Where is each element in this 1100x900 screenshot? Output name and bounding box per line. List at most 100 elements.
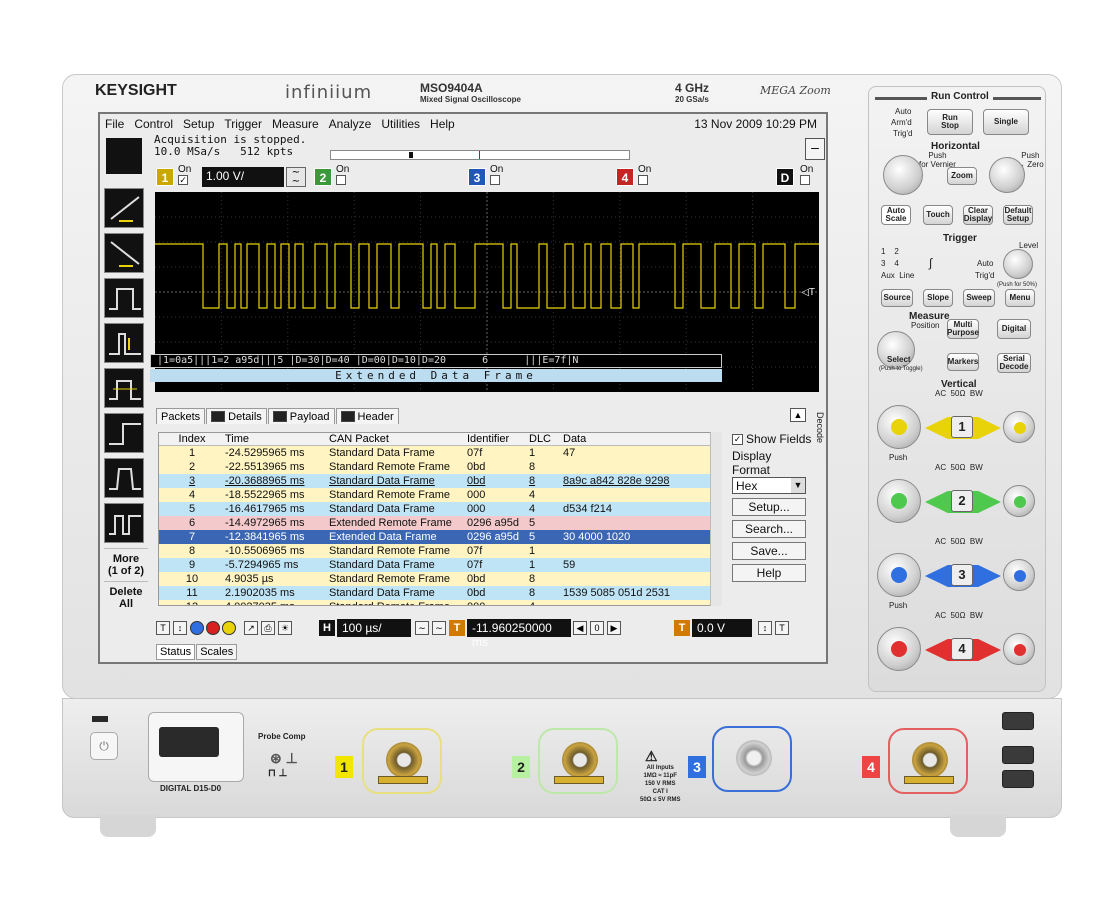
vertical-offset-knob-3[interactable] (1003, 559, 1035, 591)
edge-rising-trigger-icon[interactable] (104, 188, 144, 228)
pulse-width-trigger-icon[interactable] (104, 278, 144, 318)
source-button[interactable]: Source (881, 289, 913, 307)
channel-4-box[interactable]: 4 (616, 168, 634, 186)
pattern-trigger-icon[interactable] (104, 503, 144, 543)
tab-status[interactable]: Status (156, 644, 196, 660)
table-row[interactable]: 5 -16.4617965 ms Standard Data Frame 000 4 d5… (159, 502, 720, 516)
transition-trigger-icon[interactable] (104, 458, 144, 498)
table-row[interactable]: 3 -20.3688965 ms Standard Data Frame 0bd 8 8a… (159, 474, 720, 488)
tab-packets[interactable]: Packets (156, 408, 206, 424)
table-scrollbar[interactable] (710, 432, 722, 606)
channel-1-on[interactable]: On ✓ (178, 165, 191, 185)
vertical-channel-3-button[interactable]: 3 (951, 564, 973, 586)
edge-falling-trigger-icon[interactable] (104, 233, 144, 273)
coupling-icon[interactable]: ∼ ∼ (286, 167, 306, 187)
multi-purpose-button[interactable]: Multi Purpose (947, 319, 979, 339)
brightness-icon[interactable]: ☀ (278, 621, 292, 635)
delay-digit[interactable]: 0 (590, 621, 604, 635)
trigger-slope-icon[interactable]: ∼ (432, 621, 446, 635)
digital-input-port[interactable] (148, 712, 244, 782)
channel-3-checkbox[interactable] (490, 175, 500, 185)
col-time[interactable]: Time (223, 433, 327, 445)
vertical-scale-knob-3[interactable] (877, 553, 921, 597)
menu-control[interactable]: Control (129, 117, 178, 131)
channel-color-red-icon[interactable] (206, 621, 220, 635)
ch4-bnc-connector[interactable] (888, 728, 968, 794)
table-row[interactable]: 4 -18.5522965 ms Standard Remote Frame 000 4 (159, 488, 720, 502)
delay-left-icon[interactable]: ◀ (573, 621, 587, 635)
digital-checkbox[interactable] (800, 175, 810, 185)
run-mode-icon[interactable]: ∼ (415, 621, 429, 635)
channel-3-box[interactable]: 3 (468, 168, 486, 186)
table-row[interactable]: 10 4.9035 µs Standard Remote Frame 0bd 8 (159, 572, 720, 586)
search-button[interactable]: Search... (732, 520, 806, 538)
decode-side-tab[interactable]: Decode (811, 412, 825, 462)
serial-decode-button[interactable]: Serial Decode (997, 353, 1031, 373)
tab-header[interactable]: Header (335, 408, 399, 424)
table-row[interactable]: 11 2.1902035 ms Standard Data Frame 0bd 8 153… (159, 586, 720, 600)
vertical-channel-4-button[interactable]: 4 (951, 638, 973, 660)
tab-payload[interactable]: Payload (267, 408, 335, 424)
vertical-channel-1-button[interactable]: 1 (951, 416, 973, 438)
auto-scale-button[interactable]: Auto Scale (881, 205, 911, 225)
usb-port-icon[interactable] (1002, 746, 1034, 764)
channel-color-yellow-icon[interactable] (222, 621, 236, 635)
slope-button[interactable]: Slope (923, 289, 953, 307)
clear-display-button[interactable]: Clear Display (963, 205, 993, 225)
channel-color-blue-icon[interactable] (190, 621, 204, 635)
table-row[interactable]: 9 -5.7294965 ms Standard Data Frame 07f 1 59 (159, 558, 720, 572)
setup-button[interactable]: Setup... (732, 498, 806, 516)
col-dlc[interactable]: DLC (527, 433, 561, 445)
ch2-bnc-connector[interactable] (538, 728, 618, 794)
table-row[interactable]: 1 -24.5295965 ms Standard Data Frame 07f 1 47 (159, 446, 720, 460)
scroll-up-down-icon[interactable]: ↕ (173, 621, 187, 635)
delete-all-button[interactable]: Delete All (104, 581, 148, 614)
run-stop-button[interactable]: Run Stop (927, 109, 973, 135)
touch-button[interactable]: Touch (923, 205, 953, 225)
delay-right-icon[interactable]: ▶ (607, 621, 621, 635)
glitch-trigger-icon[interactable] (104, 323, 144, 363)
zoom-button[interactable]: Zoom (947, 167, 977, 185)
channel-4-on[interactable]: On (638, 165, 651, 185)
menu-file[interactable]: File (100, 117, 129, 131)
minimize-button[interactable]: – (805, 138, 825, 160)
table-row[interactable]: 2 -22.5513965 ms Standard Remote Frame 0bd 8 (159, 460, 720, 474)
table-row[interactable]: 7 -12.3841965 ms Extended Data Frame 0296 a… (159, 530, 720, 544)
menu-analyze[interactable]: Analyze (324, 117, 377, 131)
tab-details[interactable]: Details (206, 408, 267, 424)
menu-measure[interactable]: Measure (267, 117, 324, 131)
show-fields-option[interactable]: ✓ Show Fields (732, 432, 812, 446)
probe-comp-terminals-icon[interactable]: ⊛ ⊥ (270, 750, 298, 767)
vertical-scale-knob-4[interactable] (877, 627, 921, 671)
display-format-select[interactable]: Hex ▼ (732, 477, 806, 494)
vertical-scale-knob-1[interactable] (877, 405, 921, 449)
usb-port-icon[interactable] (1002, 770, 1034, 788)
ch3-bnc-connector[interactable] (712, 726, 792, 792)
table-row[interactable]: 8 -10.5506965 ms Standard Remote Frame 07f 1 (159, 544, 720, 558)
col-data[interactable]: Data (561, 433, 709, 445)
scope-logo-tile[interactable] (106, 138, 142, 174)
default-setup-button[interactable]: Default Setup (1003, 205, 1033, 225)
channel-2-box[interactable]: 2 (314, 168, 332, 186)
trigger-level-knob[interactable] (1003, 249, 1033, 279)
menu-trigger[interactable]: Trigger (219, 117, 267, 131)
table-row[interactable]: 6 -14.4972965 ms Extended Remote Frame 0296… (159, 516, 720, 530)
timebase-value[interactable]: 100 µs/ (337, 619, 411, 637)
menu-utilities[interactable]: Utilities (376, 117, 425, 131)
trigger-level-marker-icon[interactable]: ◁T (801, 287, 815, 298)
ch1-bnc-connector[interactable] (362, 728, 442, 794)
power-button[interactable]: ⏻ (90, 732, 118, 760)
timeout-trigger-icon[interactable] (104, 413, 144, 453)
channel-1-scale[interactable]: 1.00 V/ (202, 167, 284, 187)
channel-2-checkbox[interactable] (336, 175, 346, 185)
memory-position-bar[interactable] (330, 150, 630, 160)
more-button[interactable]: More (1 of 2) (104, 548, 148, 581)
vertical-scale-knob-2[interactable] (877, 479, 921, 523)
marker-toggle-icon[interactable]: T (156, 621, 170, 635)
vertical-offset-knob-2[interactable] (1003, 485, 1035, 517)
horizontal-position-knob[interactable] (989, 157, 1025, 193)
markers-button[interactable]: Markers (947, 353, 979, 371)
trigger-menu-button[interactable]: Menu (1005, 289, 1035, 307)
tab-scales[interactable]: Scales (196, 644, 238, 660)
channel-3-on[interactable]: On (490, 165, 503, 185)
